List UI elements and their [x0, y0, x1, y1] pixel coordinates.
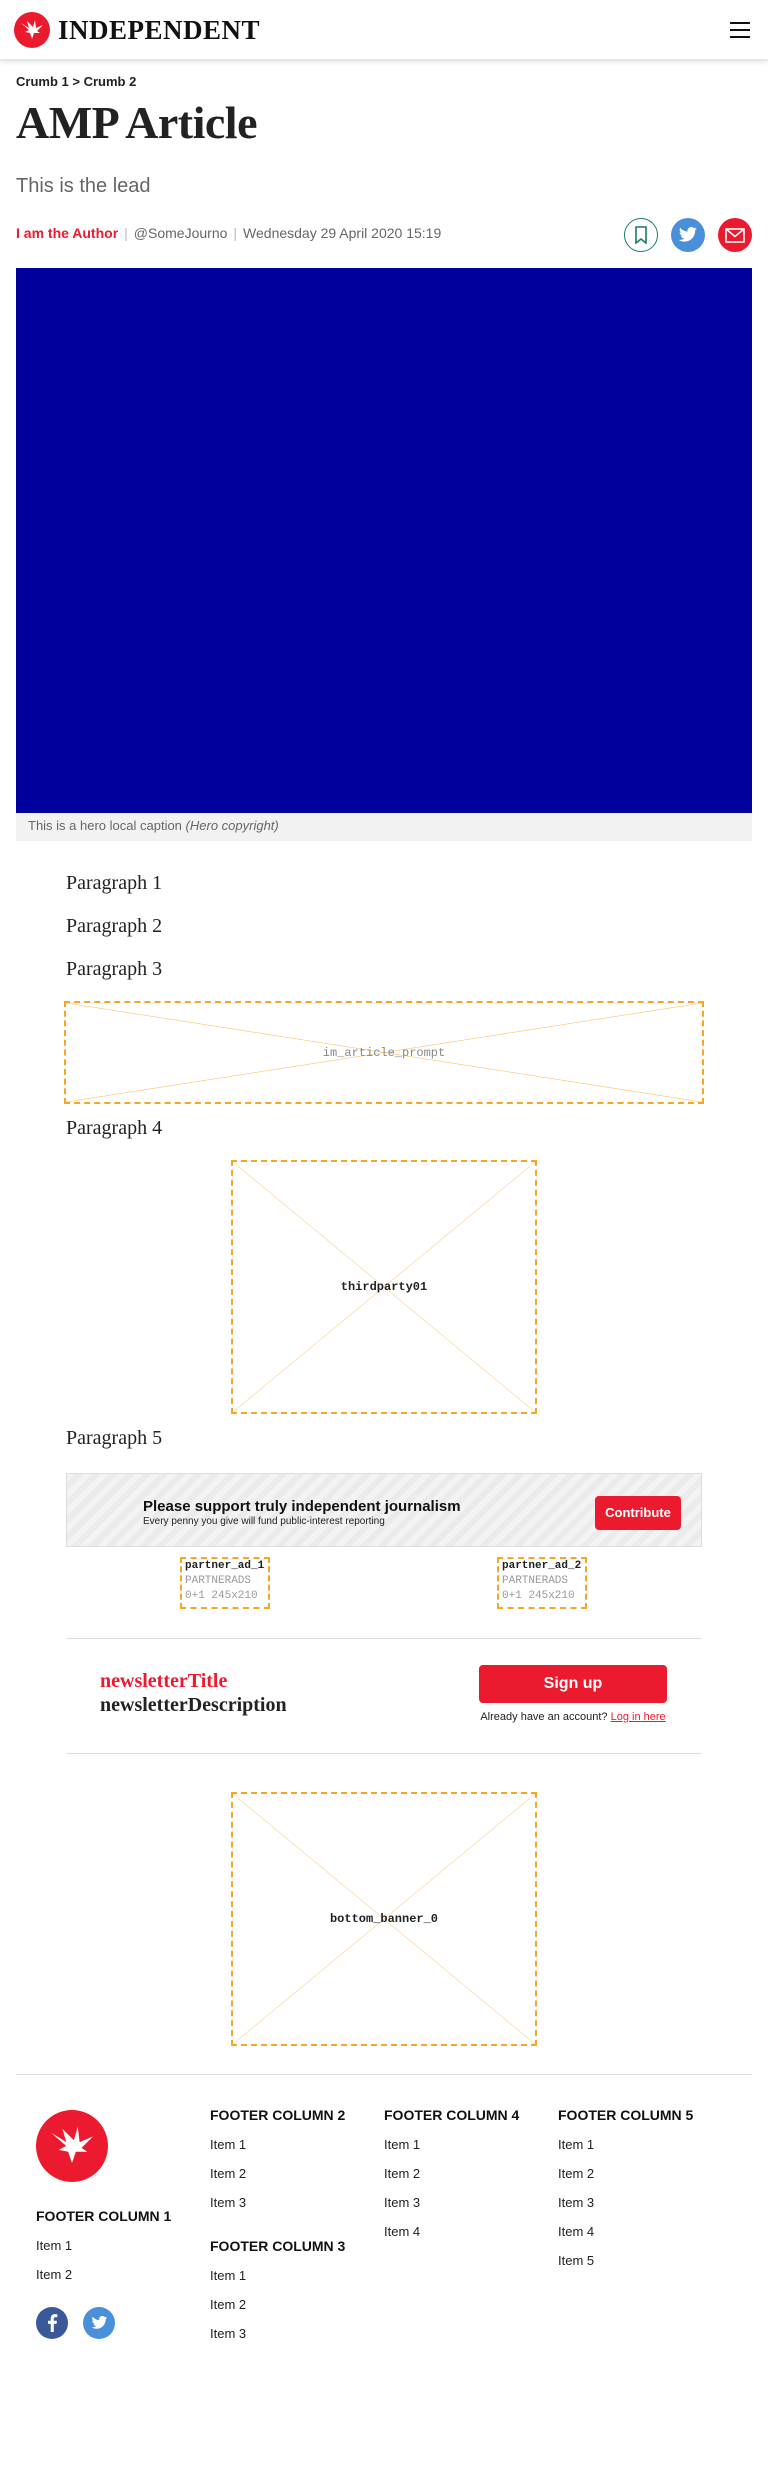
- share-bar: [624, 218, 752, 252]
- divider: [66, 1753, 702, 1754]
- article-paragraph: Paragraph 3: [66, 958, 163, 980]
- support-subtitle: Every penny you give will fund public-in…: [143, 1516, 385, 1527]
- partner-ad-size: 0+1 245x210: [502, 1590, 575, 1602]
- partner-ad-group: PARTNERADS: [502, 1575, 569, 1587]
- newsletter-title: newsletterTitle: [100, 1670, 228, 1692]
- partner-ad-size: 0+1 245x210: [185, 1590, 258, 1602]
- footer-link[interactable]: Item 4: [558, 2224, 594, 2239]
- footer-link[interactable]: Item 3: [210, 2195, 246, 2210]
- ad-slot-label: im_article_prompt: [322, 1045, 446, 1060]
- partner-ad: partner_ad_1 PARTNERADS 0+1 245x210: [180, 1557, 270, 1609]
- footer-link[interactable]: Item 1: [36, 2238, 72, 2253]
- ad-slot-label: thirdparty01: [340, 1280, 428, 1294]
- footer-divider: [16, 2074, 752, 2075]
- footer-link[interactable]: Item 1: [384, 2137, 420, 2152]
- footer-link[interactable]: Item 2: [384, 2166, 420, 2181]
- article-paragraph: Paragraph 5: [66, 1427, 163, 1449]
- footer-link[interactable]: Item 1: [210, 2137, 246, 2152]
- partner-ad-name: partner_ad_1: [185, 1560, 265, 1572]
- article-paragraph: Paragraph 1: [66, 872, 163, 894]
- breadcrumb-item[interactable]: Crumb 1: [16, 74, 69, 89]
- article-lead: This is the lead: [16, 175, 151, 197]
- footer-column-title: FOOTER COLUMN 4: [384, 2107, 520, 2123]
- footer-link[interactable]: Item 2: [36, 2267, 72, 2282]
- in-article-ad-placeholder: im_article_prompt: [64, 1001, 704, 1104]
- footer-column-title: FOOTER COLUMN 2: [210, 2107, 346, 2123]
- author-link[interactable]: I am the Author: [16, 225, 118, 241]
- hamburger-menu-icon[interactable]: [730, 22, 750, 38]
- contribute-button[interactable]: Contribute: [595, 1496, 681, 1530]
- article-title: AMP Article: [16, 97, 258, 148]
- footer-link[interactable]: Item 1: [210, 2268, 246, 2283]
- twitter-icon[interactable]: [671, 218, 705, 252]
- bookmark-icon[interactable]: [624, 218, 658, 252]
- footer-link[interactable]: Item 3: [384, 2195, 420, 2210]
- footer-link[interactable]: Item 3: [558, 2195, 594, 2210]
- breadcrumb-separator: >: [72, 74, 80, 89]
- newsletter-description: newsletterDescription: [100, 1694, 287, 1716]
- footer-column-title: FOOTER COLUMN 1: [36, 2208, 172, 2224]
- footer-link[interactable]: Item 3: [210, 2326, 246, 2341]
- login-prompt: Already have an account? Log in here: [479, 1711, 667, 1723]
- footer-column-title: FOOTER COLUMN 5: [558, 2107, 694, 2123]
- support-title: Please support truly independent journal…: [143, 1498, 461, 1515]
- signup-button[interactable]: Sign up: [479, 1665, 667, 1703]
- footer-column-title: FOOTER COLUMN 3: [210, 2238, 346, 2254]
- site-logo[interactable]: INDEPENDENT: [14, 12, 260, 48]
- breadcrumb-item[interactable]: Crumb 2: [84, 74, 137, 89]
- byline: I am the Author | @SomeJourno | Wednesda…: [16, 225, 441, 241]
- footer-link[interactable]: Item 2: [210, 2166, 246, 2181]
- footer-link[interactable]: Item 1: [558, 2137, 594, 2152]
- article-paragraph: Paragraph 4: [66, 1117, 163, 1139]
- login-prompt-text: Already have an account?: [480, 1711, 608, 1723]
- byline-separator: |: [124, 225, 128, 241]
- breadcrumb: Crumb 1 > Crumb 2: [16, 74, 136, 89]
- publish-date: Wednesday 29 April 2020 15:19: [243, 225, 442, 241]
- partner-ad: partner_ad_2 PARTNERADS 0+1 245x210: [497, 1557, 587, 1609]
- eagle-logo-icon: [14, 12, 50, 48]
- facebook-icon[interactable]: [36, 2307, 68, 2339]
- author-handle[interactable]: @SomeJourno: [134, 225, 228, 241]
- caption-text: This is a hero local caption: [28, 818, 182, 833]
- footer-link[interactable]: Item 2: [558, 2166, 594, 2181]
- divider: [66, 1638, 702, 1639]
- caption-copyright: (Hero copyright): [185, 818, 279, 833]
- twitter-icon[interactable]: [83, 2307, 115, 2339]
- hero-image: [16, 268, 752, 813]
- article-paragraph: Paragraph 2: [66, 915, 163, 937]
- bottom-banner-ad-placeholder: bottom_banner_0: [231, 1792, 537, 2046]
- ad-slot-label: bottom_banner_0: [329, 1912, 439, 1926]
- partner-ad-group: PARTNERADS: [185, 1575, 252, 1587]
- footer-link[interactable]: Item 5: [558, 2253, 594, 2268]
- footer-eagle-logo-icon[interactable]: [36, 2110, 108, 2182]
- support-banner: Please support truly independent journal…: [66, 1473, 702, 1547]
- site-header: INDEPENDENT: [0, 0, 768, 61]
- thirdparty-ad-placeholder: thirdparty01: [231, 1160, 537, 1414]
- footer-link[interactable]: Item 4: [384, 2224, 420, 2239]
- email-icon[interactable]: [718, 218, 752, 252]
- footer-link[interactable]: Item 2: [210, 2297, 246, 2312]
- logo-text: INDEPENDENT: [58, 14, 261, 45]
- login-link[interactable]: Log in here: [611, 1711, 666, 1723]
- hero-caption: This is a hero local caption (Hero copyr…: [16, 813, 752, 841]
- byline-separator: |: [233, 225, 238, 241]
- partner-ad-name: partner_ad_2: [502, 1560, 582, 1572]
